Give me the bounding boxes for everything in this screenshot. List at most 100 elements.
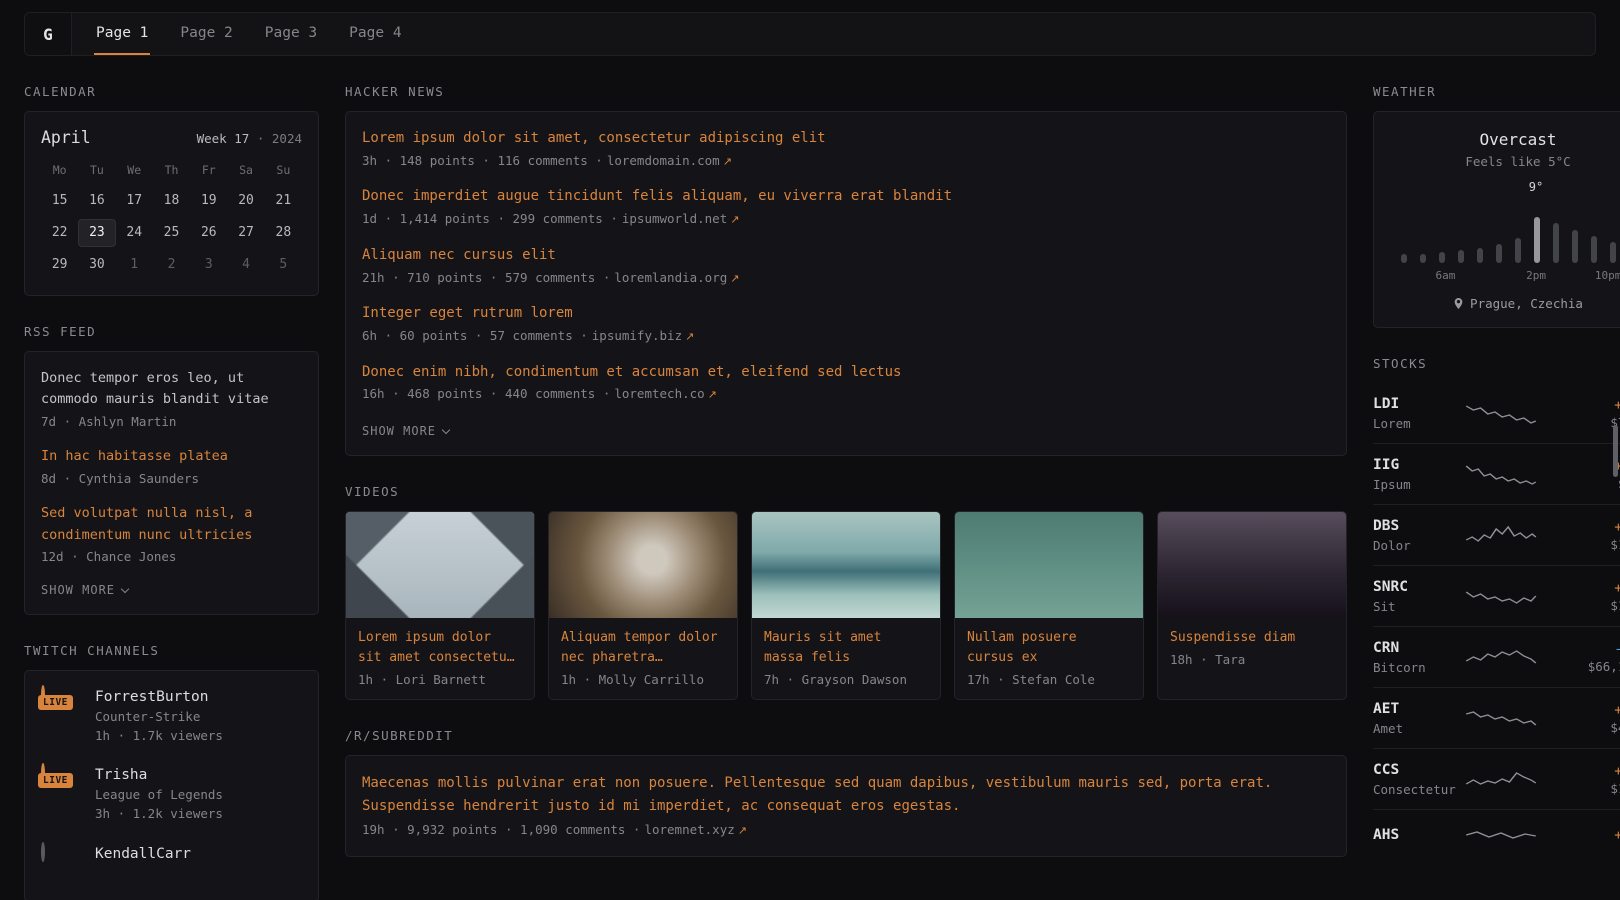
news-domain-link[interactable]: ipsumify.biz↗ [592, 328, 695, 343]
rss-item-title[interactable]: Donec tempor eros leo, ut commodo mauris… [41, 368, 302, 411]
rss-item-title[interactable]: In hac habitasse platea [41, 446, 302, 467]
stock-row[interactable]: CRN Bitcorn -1.00% $66,171.48 [1373, 627, 1620, 688]
calendar-day: 29 [41, 251, 78, 279]
stock-id: AHS [1373, 826, 1465, 846]
weather-temp-label: 9° [1529, 180, 1543, 194]
stock-price: $499.72 [1610, 719, 1620, 737]
twitch-channel[interactable]: KendallCarr [41, 844, 302, 865]
news-domain: loremdomain.com [607, 153, 720, 168]
rss-item: Sed volutpat nulla nisl, a condimentum n… [41, 503, 302, 566]
stock-sparkline [1465, 401, 1537, 427]
weather-bar [1572, 230, 1578, 263]
weather-bar [1420, 254, 1426, 263]
stock-row[interactable]: SNRC Sit +1.36% $148.64 [1373, 566, 1620, 627]
stock-row[interactable]: CCS Consectetur +0.51% $165.84 [1373, 749, 1620, 810]
twitch-section-title: TWITCH CHANNELS [24, 643, 319, 658]
video-thumbnail [346, 512, 534, 618]
calendar-dow: Fr [190, 159, 227, 183]
weather-section: WEATHER Overcast Feels like 5°C 9° 6am 2… [1373, 84, 1620, 328]
video-card[interactable]: Suspendisse diam 18h · Tara [1157, 511, 1347, 700]
stock-values: +1.36% $148.64 [1610, 579, 1620, 615]
tab-page-1[interactable]: Page 1 [94, 13, 150, 55]
calendar-day: 24 [116, 219, 153, 247]
weather-bar [1439, 252, 1445, 263]
calendar-day: 17 [116, 187, 153, 215]
news-title-link[interactable]: Donec enim nibh, condimentum et accumsan… [362, 362, 1330, 384]
video-card[interactable]: Mauris sit amet massa felis 7h · Grayson… [751, 511, 941, 700]
external-link-icon: ↗ [730, 213, 739, 226]
channel-info: KendallCarr [95, 844, 191, 865]
subreddit-section: /R/SUBREDDIT Maecenas mollis pulvinar er… [345, 728, 1347, 857]
video-card[interactable]: Nullam posuere cursus ex 17h · Stefan Co… [954, 511, 1144, 700]
weather-bar [1534, 217, 1540, 263]
news-meta-text: 1d · 1,414 points · 299 comments · [362, 211, 618, 226]
news-meta: 3h · 148 points · 116 comments · loremdom… [362, 152, 1330, 171]
video-thumbnail [955, 512, 1143, 618]
hackernews-show-more-label: SHOW MORE [362, 424, 436, 438]
rss-show-more-button[interactable]: SHOW MORE [41, 583, 128, 597]
stock-sparkline [1465, 706, 1537, 732]
stock-price: $66,171.48 [1588, 658, 1620, 676]
stock-row[interactable]: AET Amet +0.92% $499.72 [1373, 688, 1620, 749]
stock-change: -1.00% [1588, 640, 1620, 658]
news-meta: 1d · 1,414 points · 299 comments · ipsumw… [362, 210, 1330, 229]
tab-page-2[interactable]: Page 2 [178, 13, 234, 55]
left-column: CALENDAR April Week 17 · 2024 Mo Tu We T… [24, 84, 319, 900]
news-title-link[interactable]: Lorem ipsum dolor sit amet, consectetur … [362, 128, 1330, 150]
channel-game: League of Legends [95, 786, 223, 805]
stock-row[interactable]: AHS +0.46% [1373, 810, 1620, 859]
stock-name: Dolor [1373, 537, 1465, 555]
stock-symbol: LDI [1373, 395, 1465, 415]
sparkline-path [1466, 406, 1536, 423]
twitch-channel[interactable]: LIVE Trisha League of Legends 3h · 1.2k … [41, 765, 302, 824]
stock-row[interactable]: DBS Dolor +1.42% $156.28 [1373, 505, 1620, 566]
reddit-post-title[interactable]: Maecenas mollis pulvinar erat non posuer… [362, 772, 1330, 817]
twitch-channel[interactable]: LIVE ForrestBurton Counter-Strike 1h · 1… [41, 687, 302, 746]
video-meta: 1h · Molly Carrillo [549, 672, 737, 699]
tab-page-3[interactable]: Page 3 [263, 13, 319, 55]
twitch-card: LIVE ForrestBurton Counter-Strike 1h · 1… [24, 670, 319, 900]
calendar-header: April Week 17 · 2024 [41, 128, 302, 147]
stocks-section-title: STOCKS [1373, 356, 1620, 371]
news-title-link[interactable]: Integer eget rutrum lorem [362, 303, 1330, 325]
calendar-week-label: Week 17 [197, 131, 250, 146]
stock-name: Bitcorn [1373, 659, 1465, 677]
calendar-grid: Mo Tu We Th Fr Sa Su 15 16 17 18 19 20 2… [41, 159, 302, 279]
calendar-section-title: CALENDAR [24, 84, 319, 99]
news-meta-text: 16h · 468 points · 440 comments · [362, 386, 610, 401]
sparkline-path [1466, 466, 1536, 484]
hackernews-show-more-button[interactable]: SHOW MORE [362, 424, 449, 438]
calendar-day: 27 [227, 219, 264, 247]
weather-x-label: 10pm [1595, 269, 1620, 282]
news-domain-link[interactable]: ipsumworld.net↗ [622, 211, 740, 226]
news-domain-link[interactable]: loremlandia.org↗ [614, 270, 739, 285]
stock-row[interactable]: LDI Lorem +4.35% $795.18 [1373, 383, 1620, 444]
reddit-domain-link[interactable]: loremnet.xyz↗ [644, 822, 747, 837]
news-title-link[interactable]: Aliquam nec cursus elit [362, 245, 1330, 267]
news-meta-text: 3h · 148 points · 116 comments · [362, 153, 603, 168]
stock-sparkline [1465, 584, 1537, 610]
rss-item-title[interactable]: Sed volutpat nulla nisl, a condimentum n… [41, 503, 302, 546]
weather-x-labels: 6am 2pm 10pm [1401, 269, 1620, 284]
news-item: Aliquam nec cursus elit 21h · 710 points… [362, 245, 1330, 287]
news-domain-link[interactable]: loremtech.co↗ [614, 386, 717, 401]
calendar-day: 25 [153, 219, 190, 247]
reddit-meta-text: 19h · 9,932 points · 1,090 comments · [362, 822, 640, 837]
tab-page-4[interactable]: Page 4 [347, 13, 403, 55]
calendar-dot: · [257, 131, 265, 146]
video-card[interactable]: Aliquam tempor dolor nec pharetra… 1h · … [548, 511, 738, 700]
news-title-link[interactable]: Donec imperdiet augue tincidunt felis al… [362, 186, 1330, 208]
stock-price: $42.04 [1614, 475, 1620, 493]
calendar-day: 18 [153, 187, 190, 215]
news-domain-link[interactable]: loremdomain.com↗ [607, 153, 732, 168]
stock-row[interactable]: IIG Ipsum +2.84% $42.04 [1373, 444, 1620, 505]
top-nav: G Page 1 Page 2 Page 3 Page 4 [24, 12, 1596, 56]
weather-x-label: 6am [1436, 269, 1456, 282]
scrollbar-thumb[interactable] [1613, 425, 1618, 477]
news-domain: ipsumify.biz [592, 328, 682, 343]
stock-values: -1.00% $66,171.48 [1588, 640, 1620, 676]
stock-symbol: CCS [1373, 761, 1465, 781]
video-card[interactable]: Lorem ipsum dolor sit amet consectetu… 1… [345, 511, 535, 700]
avatar-wrap [41, 844, 81, 860]
video-title: Aliquam tempor dolor nec pharetra… [549, 618, 737, 672]
